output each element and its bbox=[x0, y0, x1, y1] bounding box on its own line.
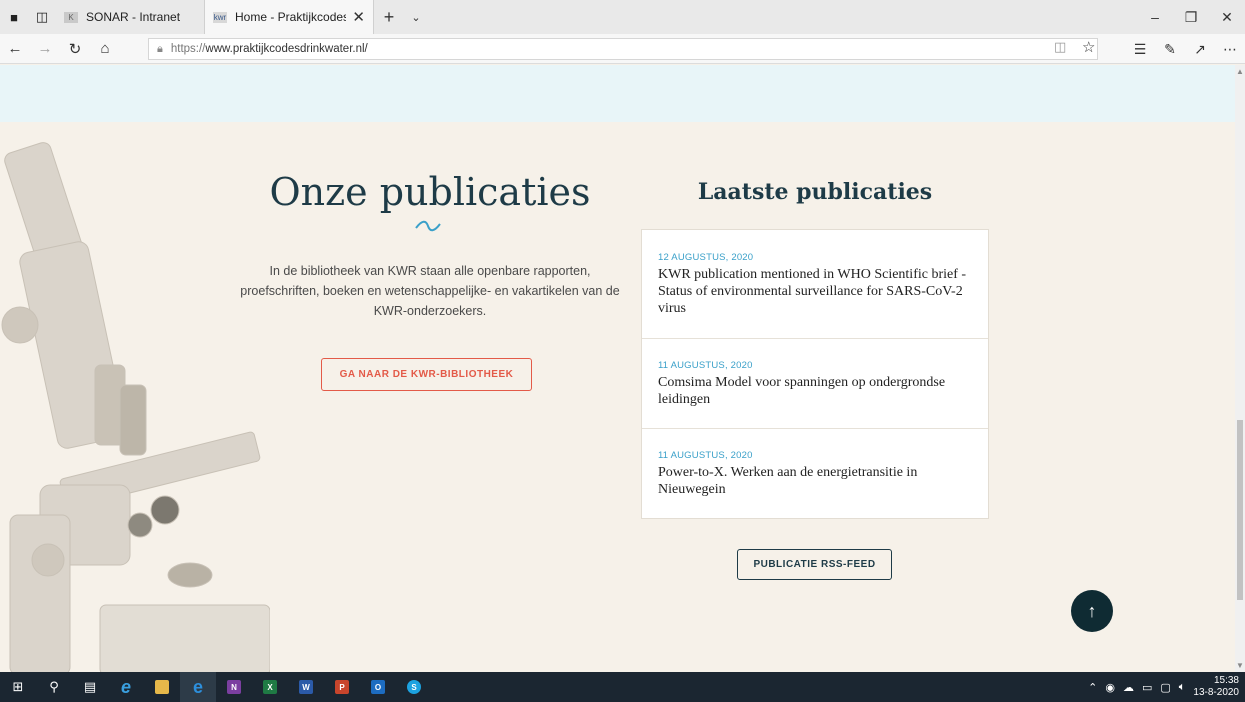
list-item[interactable]: 11 AUGUSTUS, 2020 Comsima Model voor spa… bbox=[642, 339, 988, 429]
skype-icon[interactable]: S bbox=[396, 672, 432, 702]
publication-date: 11 AUGUSTUS, 2020 bbox=[658, 450, 753, 461]
scrollbar[interactable]: ▲ ▼ bbox=[1235, 65, 1245, 672]
cloud-icon[interactable]: ☁ bbox=[1123, 681, 1134, 694]
pen-icon[interactable]: ✎ bbox=[1155, 41, 1185, 58]
share-icon[interactable]: ↗ bbox=[1185, 41, 1215, 58]
browser-tab-bar: ■ ◫ K SONAR - Intranet kwr Home - Prakti… bbox=[0, 0, 1245, 34]
back-icon[interactable]: ← bbox=[0, 40, 30, 57]
system-tray: ⌃ ◉ ☁ ▭ ▢ 🔈︎ 15:38 13-8-2020 bbox=[1088, 672, 1245, 702]
publication-title[interactable]: Comsima Model voor spanningen op ondergr… bbox=[658, 374, 972, 408]
task-view-icon[interactable]: ▤ bbox=[72, 672, 108, 702]
tab-preview-icon[interactable]: ◫ bbox=[28, 0, 56, 34]
tab-label: Home - Praktijkcodes D bbox=[235, 10, 347, 24]
home-icon[interactable]: ⌂ bbox=[90, 40, 120, 57]
scroll-up-icon[interactable]: ▲ bbox=[1236, 67, 1244, 76]
more-icon[interactable]: ⋯ bbox=[1215, 41, 1245, 58]
battery-icon[interactable]: ▭ bbox=[1142, 681, 1152, 694]
excel-icon[interactable]: X bbox=[252, 672, 288, 702]
arrow-up-icon: ↑ bbox=[1087, 600, 1097, 621]
page-title: Onze publicaties bbox=[269, 170, 591, 214]
internet-explorer-icon[interactable]: e bbox=[108, 672, 144, 702]
window-controls: – ❐ ✕ bbox=[1137, 0, 1245, 34]
url-field[interactable]: 🔒︎ https://www.praktijkcodesdrinkwater.n… bbox=[148, 38, 1098, 60]
volume-icon[interactable]: 🔈︎ bbox=[1179, 681, 1186, 694]
scroll-down-icon[interactable]: ▼ bbox=[1236, 661, 1244, 670]
clock-date: 13-8-2020 bbox=[1193, 687, 1239, 698]
minimize-icon[interactable]: – bbox=[1137, 0, 1173, 34]
address-bar-row: ← → ↻ ⌂ 🔒︎ https://www.praktijkcodesdrin… bbox=[0, 34, 1245, 64]
publication-list: 12 AUGUSTUS, 2020 KWR publication mentio… bbox=[641, 229, 989, 519]
new-tab-icon[interactable]: + bbox=[374, 7, 404, 28]
notification-icon[interactable]: ▢ bbox=[1160, 681, 1170, 694]
intro-text: In de bibliotheek van KWR staan alle ope… bbox=[240, 264, 620, 318]
list-item[interactable]: 12 AUGUSTUS, 2020 KWR publication mentio… bbox=[642, 230, 988, 339]
restore-icon[interactable]: ❐ bbox=[1173, 0, 1209, 34]
clock[interactable]: 15:38 13-8-2020 bbox=[1193, 675, 1239, 699]
search-icon[interactable]: ⚲ bbox=[36, 672, 72, 702]
favorites-list-icon[interactable]: ☰ bbox=[1125, 41, 1155, 58]
edge-icon[interactable]: e bbox=[180, 672, 216, 702]
page-content: Onze publicaties In de bibliotheek van K… bbox=[0, 65, 1235, 672]
library-button[interactable]: GA NAAR DE KWR-BIBLIOTHEEK bbox=[321, 358, 532, 391]
publication-title[interactable]: KWR publication mentioned in WHO Scienti… bbox=[658, 266, 972, 317]
onenote-icon[interactable]: N bbox=[216, 672, 252, 702]
file-explorer-icon[interactable] bbox=[144, 672, 180, 702]
tab-sonar[interactable]: K SONAR - Intranet bbox=[56, 0, 204, 34]
rss-feed-button[interactable]: PUBLICATIE RSS-FEED bbox=[737, 549, 892, 580]
publication-title[interactable]: Power-to-X. Werken aan de energietransit… bbox=[658, 464, 972, 498]
windows-taskbar: ⊞ ⚲ ▤ e e N X W P O S ⌃ ◉ ☁ ▭ ▢ 🔈︎ 15:38… bbox=[0, 672, 1245, 702]
back-to-top-button[interactable]: ↑ bbox=[1071, 590, 1113, 632]
forward-icon[interactable]: → bbox=[30, 40, 60, 57]
top-band bbox=[0, 65, 1235, 122]
start-icon[interactable]: ⊞ bbox=[0, 672, 36, 702]
chevron-up-icon[interactable]: ⌃ bbox=[1088, 681, 1097, 694]
publication-date: 12 AUGUSTUS, 2020 bbox=[658, 252, 754, 263]
powerpoint-icon[interactable]: P bbox=[324, 672, 360, 702]
window-menu-icon[interactable]: ■ bbox=[0, 0, 28, 34]
tilde-divider-icon bbox=[415, 220, 441, 232]
tab-label: SONAR - Intranet bbox=[86, 10, 181, 24]
scroll-thumb[interactable] bbox=[1237, 420, 1243, 600]
tab-praktijkcodes[interactable]: kwr Home - Praktijkcodes D ✕ bbox=[204, 0, 374, 34]
sonar-favicon-icon: K bbox=[64, 11, 78, 23]
outlook-icon[interactable]: O bbox=[360, 672, 396, 702]
close-tab-icon[interactable]: ✕ bbox=[352, 8, 365, 26]
toolbar-right: ☰ ✎ ↗ ⋯ bbox=[1125, 34, 1245, 64]
kwr-favicon-icon: kwr bbox=[213, 11, 227, 23]
url-protocol: https:// bbox=[170, 43, 206, 55]
microscope-illustration bbox=[1, 142, 270, 672]
chevron-down-icon[interactable]: ⌄ bbox=[404, 11, 428, 24]
close-window-icon[interactable]: ✕ bbox=[1209, 0, 1245, 34]
list-item[interactable]: 11 AUGUSTUS, 2020 Power-to-X. Werken aan… bbox=[642, 429, 988, 518]
publication-date: 11 AUGUSTUS, 2020 bbox=[658, 360, 753, 371]
reading-view-icon[interactable]: ◫ bbox=[1054, 39, 1066, 55]
favorite-star-icon[interactable]: ☆ bbox=[1082, 38, 1095, 56]
word-icon[interactable]: W bbox=[288, 672, 324, 702]
refresh-icon[interactable]: ↻ bbox=[60, 40, 90, 58]
lock-icon: 🔒︎ bbox=[157, 42, 163, 55]
latest-publications-heading: Laatste publicaties bbox=[697, 179, 933, 205]
url-host: www.praktijkcodesdrinkwater.nl/ bbox=[205, 43, 368, 55]
clock-time: 15:38 bbox=[1213, 675, 1239, 686]
network-icon[interactable]: ◉ bbox=[1105, 681, 1115, 694]
